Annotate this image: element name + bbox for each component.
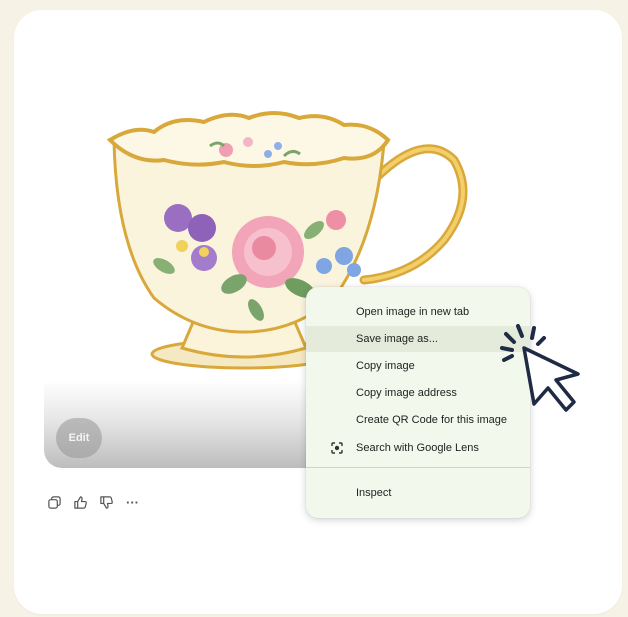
menu-item-label: Create QR Code for this image [356,414,508,426]
google-lens-icon [330,441,344,455]
menu-divider [306,467,530,468]
menu-item-inspect[interactable]: Inspect [306,480,530,506]
more-options-icon[interactable]: ··· [124,494,141,511]
menu-item-copy-image[interactable]: Copy image [306,353,530,379]
thumbs-down-icon[interactable] [98,494,115,511]
menu-item-label: Inspect [356,487,392,499]
menu-item-search-google-lens[interactable]: Search with Google Lens [306,435,530,461]
context-menu: Open image in new tab Save image as... C… [306,287,530,518]
message-actions: ··· [46,494,141,511]
menu-item-save-image-as[interactable]: Save image as... [306,326,530,352]
edit-button[interactable]: Edit [56,418,102,458]
menu-item-label: Open image in new tab [356,306,470,318]
menu-item-label: Search with Google Lens [356,442,479,454]
menu-item-open-image-new-tab[interactable]: Open image in new tab [306,299,530,325]
menu-item-copy-image-address[interactable]: Copy image address [306,380,530,406]
copy-icon[interactable] [46,494,63,511]
thumbs-up-icon[interactable] [72,494,89,511]
menu-item-label: Save image as... [356,333,438,345]
menu-item-label: Copy image [356,360,415,372]
menu-item-label: Copy image address [356,387,457,399]
click-cursor-icon [500,324,580,412]
menu-item-create-qr-code[interactable]: Create QR Code for this image [306,407,530,433]
